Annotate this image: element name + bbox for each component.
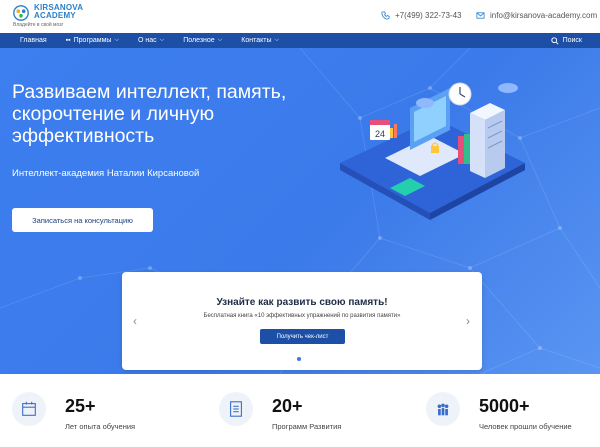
stats-section: 25+ Лет опыта обучения 20+ Программ Разв… [0,374,600,447]
stat-label: Лет опыта обучения [65,422,136,431]
phone-number: +7(499) 322-73-43 [395,11,462,20]
stat-number: 5000+ [479,396,530,416]
stat-label: Программ Развития [272,422,342,431]
people-icon [426,392,460,426]
consultation-button[interactable]: Записаться на консультацию [12,208,153,232]
chevron-down-icon: ⌵ [114,37,120,43]
site-logo[interactable]: KIRSANOVA ACADEMY Владейте в свой мозг [12,3,102,29]
promo-carousel: ‹ › Узнайте как развить свою память! Бес… [122,272,482,370]
nav-item-useful[interactable]: Полезное ⌵ [183,37,222,44]
hero-section: Развиваем интеллект, память, скорочтение… [0,48,600,374]
main-nav: Главная ▪▪ Программы ⌵ О нас ⌵ Полезное ⌵ Ко… [0,33,600,48]
stat-label: Человек прошли обучение [479,422,572,431]
nav-item-about[interactable]: О нас ⌵ [138,37,164,44]
hero-subtitle: Интеллект-академия Наталии Кирсановой [12,168,200,179]
get-checklist-button[interactable]: Получить чек-лист [260,329,345,344]
nav-label: Программы [73,37,112,44]
carousel-text: Бесплатная книга «10 эффективных упражне… [203,313,401,319]
nav-item-home[interactable]: Главная [20,37,47,44]
email-address: info@kirsanova-academy.com [490,11,598,20]
carousel-title: Узнайте как развить свою память! [216,297,388,308]
stat-number: 25+ [65,396,96,416]
calendar-icon [12,392,46,426]
nav-label: О нас [138,37,157,44]
chevron-down-icon: ⌵ [159,37,165,43]
stat-number: 20+ [272,396,303,416]
logo-name-secondary: ACADEMY [34,11,76,20]
carousel-dot[interactable] [297,357,301,361]
nav-label: Полезное [183,37,215,44]
document-icon [219,392,253,426]
top-header: KIRSANOVA ACADEMY Владейте в свой мозг +… [0,0,600,33]
search-button[interactable]: Поиск [550,33,582,48]
nav-item-contacts[interactable]: Контакты ⌵ [241,37,279,44]
workspace-illustration: 24 [340,82,525,220]
logo-mark-icon [13,5,29,21]
grid-icon: ▪▪ [65,37,71,44]
phone-icon [381,11,390,20]
mail-icon [476,12,485,19]
hero-title: Развиваем интеллект, память, скорочтение… [12,81,287,147]
nav-item-programs[interactable]: ▪▪ Программы ⌵ [66,37,119,44]
chevron-down-icon: ⌵ [274,37,280,43]
search-icon [550,36,559,45]
phone-contact[interactable]: +7(499) 322-73-43 [381,11,462,20]
nav-label: Контакты [241,37,272,44]
chevron-down-icon: ⌵ [217,37,223,43]
nav-label: Главная [20,37,47,44]
calendar-day: 24 [375,129,385,139]
email-contact[interactable]: info@kirsanova-academy.com [476,11,597,20]
search-label: Поиск [562,37,582,44]
logo-tagline: Владейте в свой мозг [13,22,64,28]
